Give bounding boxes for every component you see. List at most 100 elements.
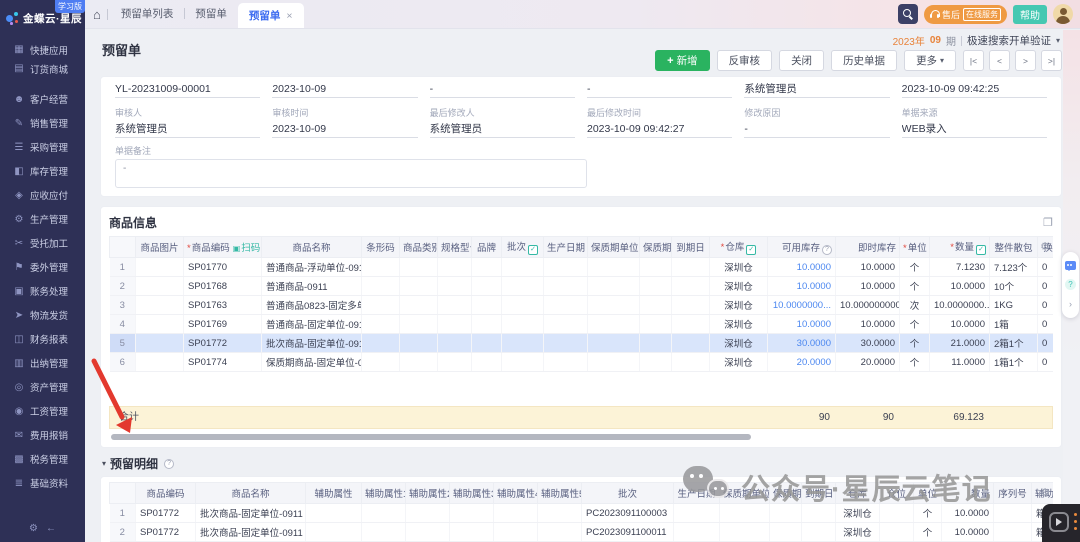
aux-cell (306, 504, 362, 523)
batch-toggle-icon[interactable]: ✓ (528, 245, 538, 255)
sidebar-item[interactable]: ✂ 受托加工 (0, 231, 85, 255)
table-row[interactable]: 2 SP01768 普通商品-0911 (110, 277, 1054, 296)
remark-input[interactable]: - (115, 159, 587, 188)
available-stock-link[interactable]: 10.0000 (768, 258, 836, 277)
table-row[interactable]: 4 SP01769 普通商品-固定单位-0911 (110, 315, 1054, 334)
sidebar-item[interactable]: ☻ 客户经营 (0, 87, 85, 111)
collapse-icon[interactable]: ← (46, 523, 56, 534)
scan-link[interactable]: 扫码 (241, 243, 260, 254)
expiry-cell (802, 523, 836, 542)
quick-search-toggle[interactable]: 极速搜索开单验证 (967, 33, 1051, 48)
tab[interactable]: 预留单 × (238, 3, 304, 28)
name-cell: 普通商品0823-固定多单位 (262, 296, 362, 315)
sidebar-item[interactable]: ◉ 工资管理 (0, 399, 85, 423)
name-cell: 普通商品-固定单位-0911 (262, 315, 362, 334)
unit-cell: 个 (914, 504, 942, 523)
toolbar-button[interactable]: 关闭 (779, 50, 824, 71)
form-field-value[interactable]: 系统管理员 (744, 81, 889, 98)
form-field-value[interactable]: YL-20231009-00001 (115, 81, 260, 98)
sidebar-nav: ▦ 快捷应用 ▤ 订货商城 ☻ 客户经营 ✎ 销售管理 (0, 40, 85, 495)
table-row[interactable]: 2 SP01772 批次商品-固定单位-0911 PC20230 (110, 523, 1054, 542)
column-settings-gear-icon[interactable]: ⚙ (1040, 486, 1050, 499)
user-avatar[interactable] (1053, 4, 1073, 24)
settings-icon[interactable]: ⚙ (29, 523, 38, 534)
required-star: * (950, 242, 954, 253)
close-icon[interactable]: × (286, 10, 292, 22)
warehouse-toggle-icon[interactable]: ✓ (746, 245, 756, 255)
sidebar-item[interactable]: ✎ 销售管理 (0, 111, 85, 135)
toolbar-button[interactable]: 历史单据 (831, 50, 897, 71)
goods-section-header: 商品信息 ❐ (109, 214, 1053, 231)
warehouse-cell: 深圳仓 (710, 334, 768, 353)
form-field-value[interactable]: 2023-10-09 (272, 81, 417, 98)
video-widget[interactable] (1042, 504, 1080, 542)
available-stock-link[interactable]: 10.0000 (768, 277, 836, 296)
sidebar-item[interactable]: ▥ 出纳管理 (0, 351, 85, 375)
available-stock-link[interactable]: 10.0000000... (768, 296, 836, 315)
available-stock-link[interactable]: 10.0000 (768, 315, 836, 334)
table-row[interactable]: 1 SP01772 批次商品-固定单位-0911 PC20230 (110, 504, 1054, 523)
help-button[interactable]: 帮助 (1013, 5, 1047, 24)
add-button[interactable]: + 新增 (655, 50, 709, 71)
col-header-aux: 辅助属性 (306, 483, 362, 504)
sidebar-item-icon: ➤ (13, 310, 25, 321)
sidebar-item[interactable]: ⚙ 生产管理 (0, 207, 85, 231)
sidebar-item[interactable]: ➤ 物流发货 (0, 303, 85, 327)
home-icon[interactable]: ⌂ (93, 7, 101, 22)
scrollbar-thumb[interactable] (111, 434, 751, 440)
table-row[interactable]: 6 SP01774 保质期商品-固定单位-0911 (110, 353, 1054, 372)
qty-toggle-icon[interactable]: ✓ (976, 245, 986, 255)
chevron-right-icon[interactable]: › (1069, 299, 1072, 309)
tab[interactable]: 预留单 (184, 0, 238, 28)
sidebar-item[interactable]: ▩ 税务管理 (0, 447, 85, 471)
search-button[interactable] (898, 4, 918, 24)
sidebar-item[interactable]: ☰ 采购管理 (0, 135, 85, 159)
sidebar-item[interactable]: ⚑ 委外管理 (0, 255, 85, 279)
fullscreen-icon[interactable]: ❐ (1043, 216, 1053, 229)
sidebar-item[interactable]: ✉ 费用报销 (0, 423, 85, 447)
help-circle-icon[interactable]: ? (1065, 279, 1076, 290)
sidebar-item[interactable]: ◧ 库存管理 (0, 159, 85, 183)
after-sales-service-button[interactable]: 售后 在线服务 (924, 5, 1007, 24)
prod-date-cell (544, 258, 588, 277)
spec-cell (438, 334, 472, 353)
toolbar-button[interactable]: 反审核 (717, 50, 773, 71)
available-stock-link[interactable]: 20.0000 (768, 353, 836, 372)
sidebar-item-icon: ▩ (13, 454, 25, 465)
more-button[interactable]: 更多 ▾ (904, 50, 956, 71)
table-row[interactable]: 1 SP01770 普通商品-浮动单位-0911 (110, 258, 1054, 277)
chevron-down-icon[interactable]: ▾ (1056, 36, 1060, 45)
form-field-value[interactable]: - (587, 81, 732, 98)
sidebar-item[interactable]: ▤ 订货商城 (0, 59, 85, 78)
spec-cell (438, 315, 472, 334)
pager-button[interactable]: |< (963, 50, 984, 71)
prod-date-cell (674, 504, 720, 523)
form-field-value[interactable]: 2023-10-09 09:42:25 (902, 81, 1047, 98)
table-row[interactable]: 3 SP01763 普通商品0823-固定多单位 (110, 296, 1054, 315)
col-header-aux2: 辅助属性2 (406, 483, 450, 504)
form-field: 审核人 系统管理员 (115, 104, 260, 138)
aux1-cell (362, 504, 406, 523)
sidebar-item[interactable]: ◫ 财务报表 (0, 327, 85, 351)
info-icon: ? (822, 245, 832, 255)
pager-button[interactable]: >| (1041, 50, 1062, 71)
available-stock-link[interactable]: 30.0000 (768, 334, 836, 353)
form-field-value[interactable]: - (430, 81, 575, 98)
sidebar-item[interactable]: ≣ 基础资料 (0, 471, 85, 495)
row-number-header (110, 237, 136, 258)
chat-icon[interactable] (1065, 261, 1076, 270)
table-row[interactable]: 5 SP01772 批次商品-固定单位-0911 (110, 334, 1054, 353)
collapse-triangle-icon[interactable]: ▾ (102, 459, 106, 468)
column-settings-gear-icon[interactable]: ⚙ (1040, 240, 1050, 253)
col-header-aux3: 辅助属性3 (450, 483, 494, 504)
tab[interactable]: 预留单列表 (110, 0, 185, 28)
sidebar-item[interactable]: ▦ 快捷应用 (0, 40, 85, 59)
serial-cell (994, 504, 1032, 523)
expiry-cell (672, 258, 710, 277)
pager-button[interactable]: > (1015, 50, 1036, 71)
pager-button[interactable]: < (989, 50, 1010, 71)
widget-menu-dots-icon[interactable] (1074, 513, 1077, 530)
sidebar-item[interactable]: ◎ 资产管理 (0, 375, 85, 399)
sidebar-item[interactable]: ◈ 应收应付 (0, 183, 85, 207)
sidebar-item[interactable]: ▣ 账务处理 (0, 279, 85, 303)
